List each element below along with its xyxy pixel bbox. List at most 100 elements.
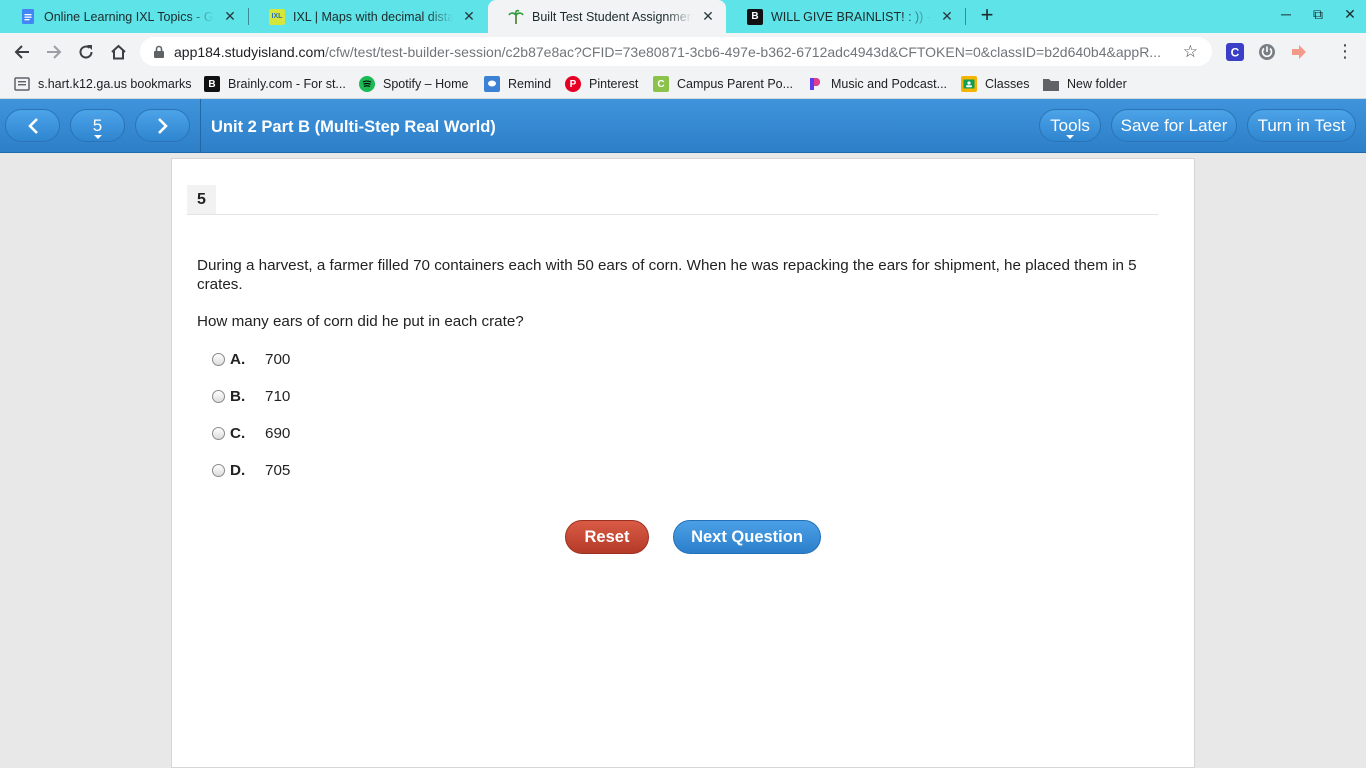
campus-icon: C	[653, 76, 669, 92]
pinterest-icon: P	[565, 76, 581, 92]
choice-value: 700	[265, 350, 291, 368]
bookmark-label: Music and Podcast...	[831, 77, 948, 91]
tab-separator	[965, 8, 966, 25]
brainly-icon: B	[747, 8, 763, 25]
turn-in-label: Turn in Test	[1257, 115, 1346, 135]
docs-icon	[20, 9, 36, 25]
bookmark-item[interactable]: s.hart.k12.ga.us bookmarks	[14, 70, 192, 98]
bookmark-label: Campus Parent Po...	[677, 77, 794, 91]
assignment-title: Unit 2 Part B (Multi-Step Real World)	[211, 118, 496, 136]
radio-button[interactable]	[212, 426, 225, 440]
new-tab-button[interactable]: +	[975, 4, 999, 28]
address-bar[interactable]: app184.studyisland.com/cfw/test/test-bui…	[140, 37, 1212, 66]
reset-button[interactable]: Reset	[565, 520, 649, 554]
bookmark-item[interactable]: Classes	[961, 70, 1029, 98]
url-domain: app184.studyisland.com	[174, 43, 325, 60]
answer-choice-b[interactable]: B. 710	[212, 386, 290, 406]
url-path: /cfw/test/test-builder-session/c2b87e8ac…	[325, 43, 1161, 60]
choice-letter: A.	[230, 350, 246, 368]
bookmark-star-icon[interactable]: ☆	[1183, 42, 1198, 62]
pandora-icon	[807, 76, 823, 92]
caret-down-icon	[93, 135, 102, 139]
bookmark-label: Remind	[508, 77, 552, 91]
answer-choice-c[interactable]: C. 690	[212, 423, 290, 443]
bookmark-item[interactable]: P Pinterest	[565, 70, 638, 98]
extension-c-icon[interactable]: C	[1225, 42, 1245, 62]
browser-tab-4[interactable]: B WILL GIVE BRAINLIST! : )) - Brainly ✕	[727, 0, 965, 33]
bookmark-label: Brainly.com - For st...	[228, 77, 346, 91]
browser-tab-3-active[interactable]: Built Test Student Assignment - S ✕	[488, 0, 726, 33]
save-for-later-button[interactable]: Save for Later	[1111, 109, 1237, 142]
reload-button[interactable]	[73, 39, 99, 65]
choice-value: 690	[265, 424, 291, 442]
bookmark-label: Pinterest	[589, 77, 639, 91]
bookmark-item[interactable]: New folder	[1043, 70, 1127, 98]
power-icon[interactable]	[1257, 42, 1277, 62]
answer-choice-a[interactable]: A. 700	[212, 349, 290, 369]
radio-button[interactable]	[212, 352, 225, 366]
spotify-icon	[359, 76, 375, 92]
bookmark-item[interactable]: Music and Podcast...	[807, 70, 947, 98]
bookmark-item[interactable]: C Campus Parent Po...	[653, 70, 793, 98]
choice-value: 705	[265, 461, 291, 479]
browser-tab-strip: Online Learning IXL Topics - Goo ✕ IXL I…	[0, 0, 1366, 33]
question-number-bar: 5	[187, 185, 1158, 215]
window-close-icon[interactable]: ✕	[1338, 6, 1362, 26]
caret-down-icon	[1066, 135, 1074, 139]
reload-icon	[79, 45, 93, 59]
next-question-button[interactable]: Next Question	[673, 520, 821, 554]
tools-button[interactable]: Tools	[1039, 109, 1101, 142]
question-selector-value: 5	[92, 115, 103, 135]
back-button[interactable]	[9, 39, 35, 65]
classroom-icon	[961, 76, 977, 92]
close-icon[interactable]: ✕	[461, 8, 477, 25]
previous-question-button[interactable]	[5, 109, 60, 142]
tab-title: IXL | Maps with decimal distance	[293, 9, 453, 24]
extension-arrow-icon[interactable]	[1289, 42, 1309, 62]
home-icon	[110, 44, 126, 60]
close-icon[interactable]: ✕	[222, 8, 238, 25]
choice-value: 710	[265, 387, 291, 405]
home-button[interactable]	[105, 39, 131, 65]
chevron-right-icon	[157, 117, 168, 134]
chevron-left-icon	[27, 117, 38, 134]
restore-icon[interactable]: ⧉	[1306, 6, 1330, 26]
bookmark-label: Classes	[985, 77, 1030, 91]
brainly-icon: B	[204, 76, 220, 92]
browser-tab-2[interactable]: IXL IXL | Maps with decimal distance ✕	[249, 0, 487, 33]
forward-arrow-icon	[47, 45, 62, 59]
question-number: 5	[187, 185, 216, 214]
question-prompt: How many ears of corn did he put in each…	[197, 313, 524, 330]
tab-title: Built Test Student Assignment - S	[532, 9, 692, 24]
close-icon[interactable]: ✕	[939, 8, 955, 25]
choice-letter: C.	[230, 424, 246, 442]
assignment-header: 5 Unit 2 Part B (Multi-Step Real World) …	[0, 99, 1366, 153]
bookmark-item[interactable]: B Brainly.com - For st...	[204, 70, 346, 98]
save-label: Save for Later	[1120, 115, 1228, 135]
browser-toolbar: app184.studyisland.com/cfw/test/test-bui…	[0, 33, 1366, 70]
choice-letter: D.	[230, 461, 246, 479]
bookmark-label: Spotify – Home	[383, 77, 469, 91]
bookmark-item[interactable]: Spotify – Home	[359, 70, 468, 98]
ixl-icon: IXL	[269, 8, 285, 25]
tab-title: Online Learning IXL Topics - Goo	[44, 9, 214, 24]
bookmarks-bar: s.hart.k12.ga.us bookmarks B Brainly.com…	[0, 70, 1366, 99]
radio-button[interactable]	[212, 389, 225, 403]
tools-label: Tools	[1050, 115, 1090, 135]
bookmarks-import-icon	[14, 76, 30, 92]
turn-in-test-button[interactable]: Turn in Test	[1247, 109, 1356, 142]
browser-tab-1[interactable]: Online Learning IXL Topics - Goo ✕	[0, 0, 248, 33]
choice-letter: B.	[230, 387, 246, 405]
radio-button[interactable]	[212, 463, 225, 477]
answer-choice-d[interactable]: D. 705	[212, 460, 290, 480]
minimize-icon[interactable]: ─	[1274, 6, 1298, 26]
menu-dots-icon[interactable]: ⋮	[1336, 42, 1354, 60]
close-icon[interactable]: ✕	[700, 8, 716, 25]
question-card: 5 During a harvest, a farmer filled 70 c…	[171, 158, 1195, 768]
bookmark-item[interactable]: Remind	[484, 70, 551, 98]
question-selector[interactable]: 5	[70, 109, 125, 142]
next-question-arrow-button[interactable]	[135, 109, 190, 142]
back-arrow-icon	[14, 45, 29, 59]
tab-title: WILL GIVE BRAINLIST! : )) - Brainly	[771, 9, 931, 24]
forward-button[interactable]	[41, 39, 67, 65]
